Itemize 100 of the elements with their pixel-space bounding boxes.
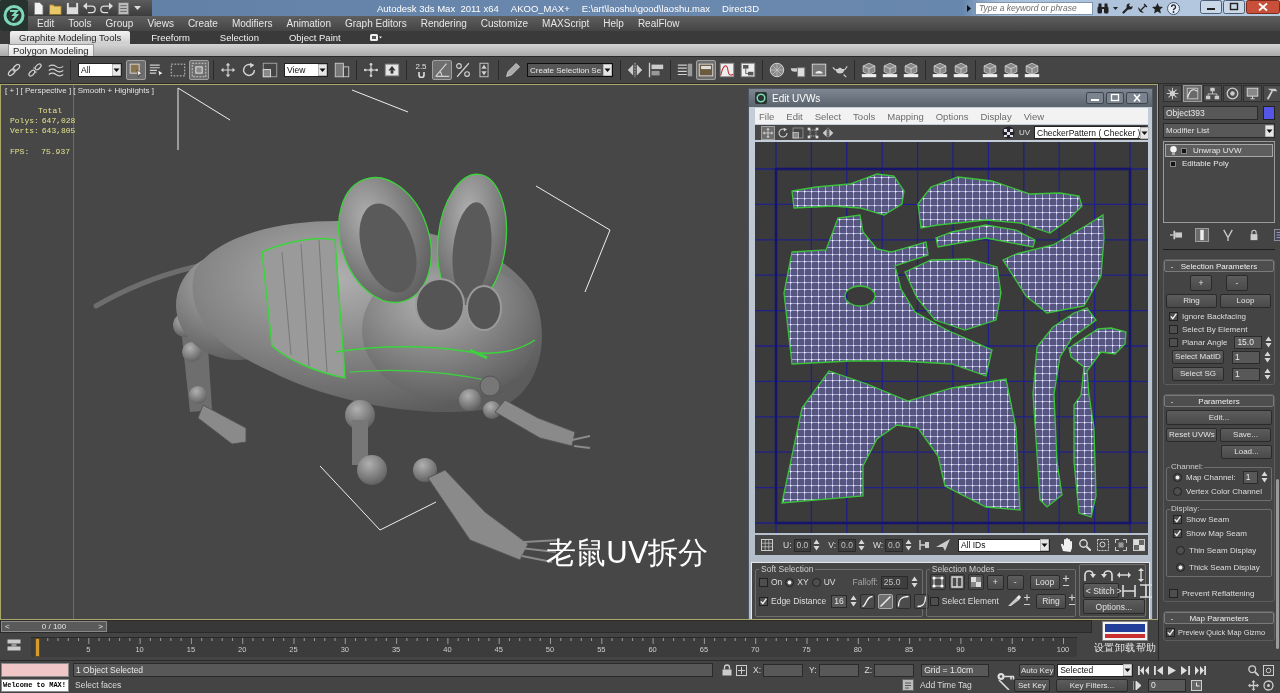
corner-handles-icon[interactable]	[806, 125, 820, 140]
plugin-link[interactable]: 卸载	[1115, 642, 1135, 654]
loop-button[interactable]: Loop	[1220, 294, 1271, 308]
go-to-end-icon[interactable]	[1195, 665, 1207, 675]
ribbon-tab[interactable]: Graphite Modeling Tools	[10, 31, 131, 44]
shrink-button[interactable]: -	[1006, 574, 1024, 590]
save-button[interactable]: Save...	[1220, 428, 1271, 442]
caret-icon[interactable]	[134, 6, 141, 10]
maximize-icon[interactable]	[1223, 0, 1245, 14]
face-mode-icon[interactable]	[967, 574, 984, 590]
checkbox[interactable]	[1169, 337, 1178, 347]
select-sg-button[interactable]: Select SG	[1172, 367, 1224, 381]
auto-key-button[interactable]: Auto Key	[1019, 663, 1056, 677]
window-panel-icon[interactable]	[696, 60, 717, 80]
menu-item[interactable]: Options	[935, 110, 969, 122]
vertex-mode-icon[interactable]	[929, 574, 946, 590]
grow-button[interactable]: +	[1190, 275, 1212, 291]
uv-island[interactable]	[1068, 327, 1127, 518]
rotate-clockwise-icon[interactable]	[1082, 567, 1097, 582]
uv-island[interactable]	[1002, 213, 1105, 314]
mirror-icon[interactable]	[821, 125, 835, 140]
angle-field[interactable]: 15.0	[1234, 335, 1262, 349]
radio-button[interactable]	[1173, 472, 1182, 482]
key-mode-dropdown[interactable]: Selected	[1057, 663, 1134, 677]
texture-dropdown[interactable]: CheckerPattern ( Checker )	[1034, 126, 1146, 139]
caret-icon[interactable]	[1039, 539, 1049, 551]
radio-button[interactable]	[785, 577, 795, 587]
radio-button[interactable]	[1176, 562, 1185, 572]
broken-link-icon[interactable]	[25, 60, 45, 80]
menu-item[interactable]: Modifiers	[231, 18, 273, 29]
rotate-counterclockwise-icon[interactable]	[1099, 567, 1114, 582]
redo-icon[interactable]	[100, 1, 113, 15]
ribbon-tab[interactable]: Freeform	[142, 31, 199, 44]
shrink-button[interactable]: -	[1226, 275, 1248, 291]
star-icon[interactable]	[1152, 2, 1163, 14]
checkbox[interactable]	[1169, 588, 1178, 598]
viewport-label[interactable]: [ Perspective ]	[20, 86, 72, 96]
radio-button[interactable]	[1176, 545, 1185, 555]
uv-island[interactable]	[1032, 307, 1097, 508]
caret-icon[interactable]	[1123, 664, 1133, 676]
spinner-icon[interactable]	[1264, 368, 1271, 380]
matid-field[interactable]: 1	[1232, 350, 1260, 364]
snap-toggle[interactable]: 2.5	[411, 60, 431, 80]
plugin-link[interactable]: 帮助	[1136, 642, 1156, 654]
radio-button[interactable]	[1173, 486, 1182, 496]
ring-button[interactable]: Ring	[1035, 593, 1066, 609]
wheel-icon[interactable]	[1223, 85, 1242, 102]
checkbox[interactable]	[759, 596, 768, 606]
diagonal-line-icon[interactable]	[877, 593, 893, 609]
minimize-icon[interactable]	[1200, 0, 1222, 14]
zoom-region-icon[interactable]	[1096, 539, 1109, 551]
light-bulb-icon[interactable]	[1170, 146, 1177, 155]
radio-button[interactable]	[811, 577, 821, 587]
caret-icon[interactable]	[1140, 126, 1150, 139]
menu-item[interactable]: RealFlow	[637, 18, 680, 29]
options-button[interactable]: Options...	[1082, 599, 1145, 614]
bar-handle-icon[interactable]	[917, 539, 930, 551]
list-document-icon[interactable]	[117, 1, 130, 15]
caret-icon[interactable]	[112, 64, 121, 76]
ribbon-tab[interactable]: Selection	[210, 31, 268, 44]
ring-button[interactable]: Ring	[1166, 294, 1217, 308]
h-bar-icon[interactable]	[1121, 583, 1136, 598]
load-button[interactable]: Load...	[1221, 445, 1272, 459]
menu-item[interactable]: Mapping	[887, 110, 924, 122]
menu-item[interactable]: Create	[187, 18, 218, 29]
scale-icon[interactable]	[260, 60, 280, 80]
hand-icon[interactable]	[1059, 538, 1073, 552]
ribbon-panel-tab[interactable]: Polygon Modeling	[8, 44, 94, 56]
collapse-toggle[interactable]: -	[1165, 396, 1179, 406]
zoom-icon[interactable]	[1248, 664, 1259, 676]
monitor-icon[interactable]	[1243, 85, 1262, 102]
object-name-field[interactable]: Object393	[1163, 106, 1258, 120]
scrollbar[interactable]	[1276, 479, 1279, 649]
coordinate-field[interactable]	[874, 663, 915, 677]
coordinate-field[interactable]	[763, 663, 804, 677]
modifier-list-dropdown[interactable]: Modifier List	[1163, 123, 1275, 138]
close-icon[interactable]	[1126, 92, 1148, 104]
spinner-icon[interactable]	[849, 595, 857, 607]
checkbox[interactable]	[929, 596, 939, 606]
menu-item[interactable]: Edit	[37, 18, 55, 29]
dashed-square-icon[interactable]	[189, 60, 209, 80]
checkbox[interactable]	[1173, 514, 1182, 524]
uv-island[interactable]	[783, 214, 993, 377]
reset-uvws-button[interactable]: Reset UVWs	[1166, 428, 1217, 442]
smoothing-group-field[interactable]: 1	[1232, 367, 1260, 381]
grow-button[interactable]: +	[986, 574, 1004, 590]
satellite-dish-icon[interactable]	[1137, 2, 1148, 14]
clock-box-icon[interactable]	[1191, 679, 1202, 691]
help-icon[interactable]	[1167, 1, 1180, 15]
next-frame-button[interactable]: >	[98, 622, 103, 631]
menu-item[interactable]: MAXScript	[542, 18, 590, 29]
menu-item[interactable]: View	[1023, 110, 1045, 122]
play-icon[interactable]	[1168, 665, 1177, 675]
arc-curve-icon[interactable]	[895, 593, 911, 609]
save-icon[interactable]	[66, 1, 79, 15]
close-icon[interactable]	[1246, 0, 1280, 14]
time-slider-thumb[interactable]: < 0 / 100 >	[1, 621, 107, 632]
menu-item[interactable]: Tools	[853, 110, 876, 122]
key-filters-button[interactable]: Key Filters...	[1056, 678, 1128, 692]
hierarchy-icon[interactable]	[1203, 85, 1222, 102]
